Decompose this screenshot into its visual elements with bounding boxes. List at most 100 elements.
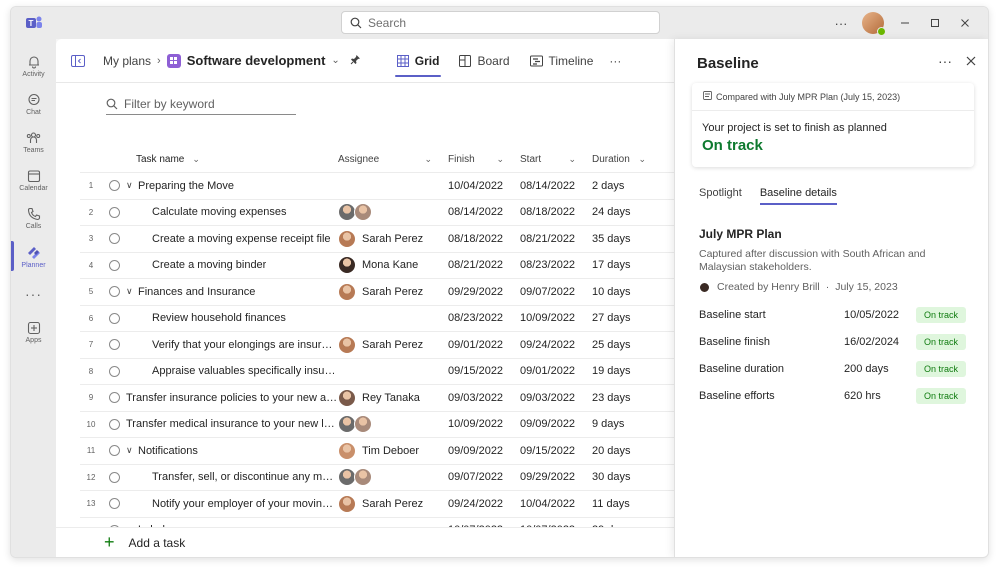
task-name-cell[interactable]: Transfer, sell, or discontinue any membe… [126,471,338,483]
task-name-cell[interactable]: Appraise valuables specifically insured … [126,365,338,377]
start-date[interactable]: 08/23/2022 [518,259,590,271]
add-task-button[interactable]: + Add a task [56,527,674,557]
panel-more-button[interactable]: ··· [938,53,952,69]
chevron-down-icon[interactable]: ∨ [126,445,136,456]
table-row[interactable]: 8 Appraise valuables specifically insured… [80,359,674,385]
rail-item-activity[interactable]: Activity [11,47,56,85]
chevron-down-icon[interactable]: ∨ [126,286,136,297]
start-date[interactable]: 09/29/2022 [518,471,590,483]
rail-item-apps[interactable]: Apps [11,313,56,351]
chevron-down-icon[interactable]: ⌄ [331,55,339,66]
column-finish[interactable]: Finish ⌄ [446,154,518,165]
assignee-cell[interactable]: Rey Tanaka [338,388,446,407]
column-start[interactable]: Start ⌄ [518,154,590,165]
table-row[interactable]: 9 Transfer insurance policies to your new… [80,385,674,412]
finish-date[interactable]: 08/21/2022 [446,259,518,271]
task-name-cell[interactable]: Review household finances [126,312,338,324]
tab-baseline-details[interactable]: Baseline details [759,187,837,205]
assignee-cell[interactable] [338,203,446,222]
settings-more-button[interactable]: ··· [826,7,856,39]
table-row[interactable]: 5 ∨ Finances and Insurance Sarah Perez 09/29… [80,279,674,306]
column-assignee[interactable]: Assignee ⌄ [338,154,446,165]
task-name-cell[interactable]: Notify your employer of your moving date… [126,498,338,510]
duration[interactable]: 20 days [590,445,660,457]
duration[interactable]: 9 days [590,418,660,430]
duration[interactable]: 17 days [590,259,660,271]
table-row[interactable]: 13 Notify your employer of your moving da… [80,491,674,518]
complete-checkbox[interactable] [102,392,126,404]
table-row[interactable]: 6 Review household finances 08/23/2022 10/0… [80,306,674,332]
rail-item-more[interactable]: ··· [11,275,56,313]
tab-grid[interactable]: Grid [387,39,450,83]
tab-board[interactable]: Board [449,39,519,83]
task-name-cell[interactable]: Create a moving binder [126,259,338,271]
finish-date[interactable]: 09/15/2022 [446,365,518,377]
duration[interactable]: 23 days [590,392,660,404]
assignee-cell[interactable]: Sarah Perez [338,335,446,354]
duration[interactable]: 19 days [590,365,660,377]
finish-date[interactable]: 10/09/2022 [446,418,518,430]
finish-date[interactable]: 08/14/2022 [446,206,518,218]
table-row[interactable]: 12 Transfer, sell, or discontinue any mem… [80,465,674,491]
finish-date[interactable]: 09/09/2022 [446,445,518,457]
task-name-cell[interactable]: Create a moving expense receipt file [126,233,338,245]
complete-checkbox[interactable] [102,498,126,510]
complete-checkbox[interactable] [102,418,126,430]
rail-item-calls[interactable]: Calls [11,199,56,237]
duration[interactable]: 10 days [590,286,660,298]
start-date[interactable]: 10/04/2022 [518,498,590,510]
assignee-cell[interactable] [338,468,446,487]
panel-close-button[interactable] [966,53,976,69]
finish-date[interactable]: 09/24/2022 [446,498,518,510]
column-duration[interactable]: Duration ⌄ [590,154,660,165]
finish-date[interactable]: 08/23/2022 [446,312,518,324]
profile-avatar[interactable] [862,12,886,36]
table-row[interactable]: 7 Verify that your elongings are insured … [80,332,674,359]
search-box[interactable] [341,11,660,34]
start-date[interactable]: 09/15/2022 [518,445,590,457]
rail-item-calendar[interactable]: Calendar [11,161,56,199]
teams-logo-icon[interactable]: T [25,14,43,32]
duration[interactable]: 24 days [590,206,660,218]
complete-checkbox[interactable] [102,206,126,218]
duration[interactable]: 25 days [590,339,660,351]
assignee-cell[interactable]: Mona Kane [338,256,446,275]
table-row[interactable]: 3 Create a moving expense receipt file Sar… [80,226,674,253]
complete-checkbox[interactable] [102,286,126,298]
search-input[interactable] [368,15,648,30]
start-date[interactable]: 08/18/2022 [518,206,590,218]
task-name-cell[interactable]: ∨ Preparing the Move [126,180,338,192]
complete-checkbox[interactable] [102,233,126,245]
finish-date[interactable]: 09/07/2022 [446,471,518,483]
complete-checkbox[interactable] [102,312,126,324]
task-name-cell[interactable]: ∨ Finances and Insurance [126,286,338,298]
task-name-cell[interactable]: Transfer insurance policies to your new … [126,392,338,404]
complete-checkbox[interactable] [102,180,126,192]
assignee-cell[interactable] [338,415,446,434]
start-date[interactable]: 09/07/2022 [518,286,590,298]
complete-checkbox[interactable] [102,445,126,457]
complete-checkbox[interactable] [102,339,126,351]
finish-date[interactable]: 08/18/2022 [446,233,518,245]
collapse-sidebar-button[interactable] [70,53,86,69]
assignee-cell[interactable]: Sarah Perez [338,494,446,513]
complete-checkbox[interactable] [102,259,126,271]
start-date[interactable]: 09/09/2022 [518,418,590,430]
finish-date[interactable]: 09/03/2022 [446,392,518,404]
finish-date[interactable]: 09/29/2022 [446,286,518,298]
chevron-down-icon[interactable]: ∨ [126,180,136,191]
rail-item-teams[interactable]: Teams [11,123,56,161]
rail-item-planner[interactable]: Planner [11,237,56,275]
start-date[interactable]: 10/09/2022 [518,312,590,324]
table-row[interactable]: 10 Transfer medical insurance to your new… [80,412,674,438]
duration[interactable]: 27 days [590,312,660,324]
tab-spotlight[interactable]: Spotlight [699,187,742,205]
complete-checkbox[interactable] [102,471,126,483]
duration[interactable]: 2 days [590,180,660,192]
duration[interactable]: 35 days [590,233,660,245]
minimize-button[interactable] [890,7,920,39]
table-row[interactable]: 11 ∨ Notifications Tim Deboer 09/09/2022 09/1… [80,438,674,465]
filter-box[interactable] [106,93,296,115]
column-task-name[interactable]: Task name ⌄ [126,154,338,165]
task-name-cell[interactable]: Transfer medical insurance to your new l… [126,418,338,430]
